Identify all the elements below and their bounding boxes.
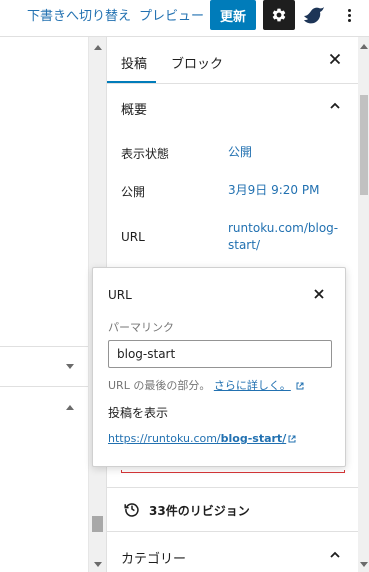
more-options-button[interactable] <box>341 4 357 26</box>
permalink-label: パーマリンク <box>108 321 174 334</box>
scroll-down-icon[interactable] <box>360 562 368 567</box>
panel-divider <box>107 487 359 488</box>
tab-block[interactable]: ブロック <box>171 53 223 72</box>
history-icon <box>124 503 139 517</box>
publish-label: 公開 <box>121 185 146 199</box>
sidebar-scrollbar[interactable] <box>358 37 369 572</box>
url-popover: URL パーマリンク URL の最後の部分。 さらに詳しく。 投稿を表示 htt… <box>92 267 346 467</box>
categories-panel-title[interactable]: カテゴリー <box>121 548 186 567</box>
plugin-button[interactable] <box>301 4 327 26</box>
permalink-help: URL の最後の部分。 さらに詳しく。 <box>108 377 304 393</box>
url-value-link[interactable]: runtoku.com/blog- start/ <box>228 220 338 254</box>
collapse-arrow-up-icon[interactable] <box>66 405 74 410</box>
external-link-icon <box>288 435 296 443</box>
chevron-up-icon[interactable] <box>328 548 342 562</box>
url-label: URL <box>121 230 145 244</box>
editor-canvas[interactable] <box>0 37 88 572</box>
collapse-arrow-down-icon[interactable] <box>66 364 74 369</box>
panel-divider <box>107 531 359 532</box>
post-url-link[interactable]: https://runtoku.com/blog-start/ <box>108 432 296 445</box>
permalink-slug-input[interactable] <box>108 340 332 368</box>
error-notice-edge <box>121 470 345 473</box>
view-post-label: 投稿を表示 <box>108 406 169 420</box>
visibility-value-link[interactable]: 公開 <box>228 144 252 161</box>
settings-button[interactable] <box>263 0 295 30</box>
visibility-label: 表示状態 <box>121 147 170 161</box>
preview-button[interactable]: プレビュー <box>139 5 204 24</box>
scroll-up-icon[interactable] <box>94 45 102 50</box>
switch-to-draft-button[interactable]: 下書きへ切り替え <box>27 5 131 24</box>
update-button[interactable]: 更新 <box>210 0 256 30</box>
publish-date-link[interactable]: 3月9日 9:20 PM <box>228 182 319 199</box>
scroll-down-icon[interactable] <box>94 562 102 567</box>
tab-post[interactable]: 投稿 <box>121 53 147 72</box>
summary-panel-title[interactable]: 概要 <box>121 99 147 118</box>
scrollbar-thumb[interactable] <box>92 516 103 532</box>
close-icon[interactable] <box>312 287 326 301</box>
scroll-up-icon[interactable] <box>360 44 368 49</box>
bird-icon <box>304 7 324 24</box>
canvas-divider <box>0 386 88 387</box>
revisions-link[interactable]: 33件のリビジョン <box>149 502 250 519</box>
scrollbar-thumb[interactable] <box>360 95 368 195</box>
tabs-divider <box>107 83 359 84</box>
editor-header: 下書きへ切り替え プレビュー 更新 <box>0 0 369 36</box>
vertical-ellipsis-icon <box>347 8 351 12</box>
chevron-up-icon[interactable] <box>328 99 342 113</box>
learn-more-link[interactable]: さらに詳しく。 <box>214 379 291 392</box>
close-icon[interactable] <box>327 51 343 67</box>
external-link-icon <box>296 382 304 390</box>
canvas-divider <box>0 346 88 347</box>
gear-icon <box>272 8 286 22</box>
popover-title: URL <box>108 288 132 302</box>
